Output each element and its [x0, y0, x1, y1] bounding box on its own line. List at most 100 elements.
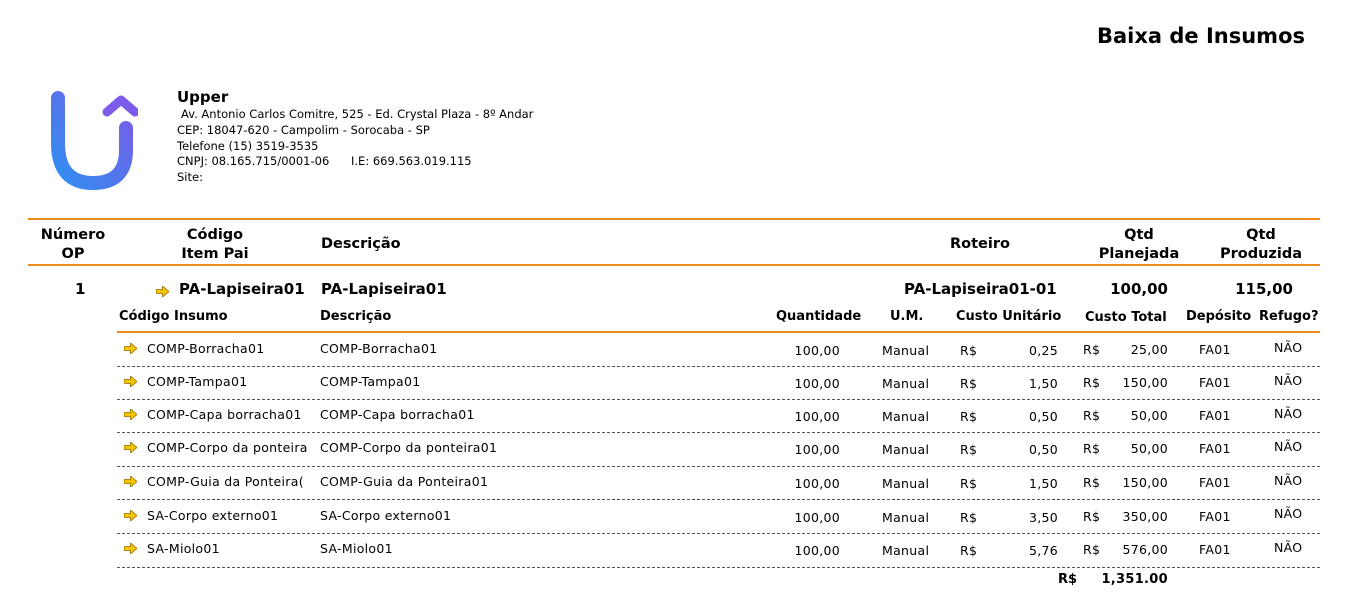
item-custo-unit: 0,50 — [1028, 442, 1058, 457]
item-um: Manual — [882, 510, 930, 525]
item-refugo: NÃO — [1274, 373, 1303, 388]
item-quantidade: 100,00 — [794, 510, 840, 525]
header-codigo-line2: Item Pai — [181, 246, 249, 262]
right-arrow-icon — [124, 510, 137, 521]
item-moeda-total: R$ — [1083, 475, 1101, 490]
item-moeda-total: R$ — [1083, 441, 1101, 456]
item-moeda-unit: R$ — [960, 409, 978, 424]
item-moeda-total: R$ — [1083, 509, 1101, 524]
item-custo-unit: 5,76 — [1028, 543, 1058, 558]
item-um: Manual — [882, 543, 930, 558]
subheader-rule — [117, 331, 1320, 333]
item-refugo: NÃO — [1274, 506, 1303, 521]
op-roteiro: PA-Lapiseira01-01 — [904, 280, 1057, 298]
item-custo-total: 350,00 — [1122, 509, 1168, 524]
header-codigo-item-pai: Código Item Pai — [170, 226, 260, 264]
item-deposito: FA01 — [1199, 509, 1231, 524]
item-codigo: COMP-Capa borracha01 — [147, 407, 302, 422]
report-title: Baixa de Insumos — [1096, 24, 1305, 48]
item-quantidade: 100,00 — [794, 376, 840, 391]
header-codigo-line1: Código — [186, 227, 244, 243]
item-codigo: SA-Corpo externo01 — [147, 508, 279, 523]
header-numero-op-line2: OP — [61, 246, 85, 262]
company-logo-icon — [48, 88, 140, 198]
item-codigo: SA-Miolo01 — [147, 541, 220, 556]
item-codigo: COMP-Corpo da ponteira — [147, 440, 307, 455]
item-custo-unit: 0,25 — [1028, 343, 1058, 358]
item-custo-total: 50,00 — [1130, 408, 1168, 423]
right-arrow-icon — [124, 343, 137, 354]
item-moeda-unit: R$ — [960, 476, 978, 491]
item-quantidade: 100,00 — [794, 343, 840, 358]
subheader-custo-total: Custo Total — [1085, 310, 1167, 325]
item-moeda-unit: R$ — [960, 543, 978, 558]
row-divider — [117, 432, 1320, 433]
subheader-deposito: Depósito — [1186, 309, 1252, 324]
row-divider — [117, 366, 1320, 367]
item-custo-unit: 0,50 — [1028, 409, 1058, 424]
header-qtd-produzida-line2: Produzida — [1219, 246, 1302, 262]
total-currency: R$ — [1058, 572, 1078, 587]
row-divider — [117, 499, 1320, 500]
item-moeda-unit: R$ — [960, 442, 978, 457]
item-deposito: FA01 — [1199, 342, 1231, 357]
item-deposito: FA01 — [1199, 441, 1231, 456]
header-roteiro: Roteiro — [950, 236, 1010, 252]
item-refugo: NÃO — [1274, 340, 1303, 355]
header-qtd-planejada-line1: Qtd — [1124, 227, 1154, 243]
item-custo-total: 150,00 — [1122, 375, 1168, 390]
item-custo-total: 150,00 — [1122, 475, 1168, 490]
op-qtd-planejada: 100,00 — [1110, 280, 1168, 298]
item-moeda-unit: R$ — [960, 376, 978, 391]
item-moeda-total: R$ — [1083, 408, 1101, 423]
op-codigo: PA-Lapiseira01 — [179, 280, 305, 298]
item-deposito: FA01 — [1199, 475, 1231, 490]
company-site: Site: — [177, 170, 203, 184]
item-deposito: FA01 — [1199, 408, 1231, 423]
subheader-refugo: Refugo? — [1259, 309, 1319, 324]
item-custo-total: 576,00 — [1122, 542, 1168, 557]
item-um: Manual — [882, 343, 930, 358]
header-numero-op-line1: Número — [40, 227, 106, 243]
item-custo-unit: 1,50 — [1028, 476, 1058, 491]
item-custo-total: 25,00 — [1130, 342, 1168, 357]
header-numero-op: Número OP — [34, 226, 112, 264]
item-deposito: FA01 — [1199, 542, 1231, 557]
right-arrow-icon — [124, 442, 137, 453]
company-phone: Telefone (15) 3519-3535 — [177, 139, 319, 153]
subheader-quantidade: Quantidade — [776, 309, 862, 324]
item-descricao: COMP-Guia da Ponteira01 — [320, 474, 489, 489]
item-moeda-total: R$ — [1083, 542, 1101, 557]
item-refugo: NÃO — [1274, 439, 1303, 454]
header-qtd-planejada: Qtd Planejada — [1094, 226, 1184, 264]
item-quantidade: 100,00 — [794, 442, 840, 457]
subheader-um: U.M. — [890, 309, 924, 324]
item-deposito: FA01 — [1199, 375, 1231, 390]
right-arrow-icon — [124, 476, 137, 487]
item-moeda-total: R$ — [1083, 375, 1101, 390]
right-arrow-icon — [156, 286, 169, 297]
company-address: Av. Antonio Carlos Comitre, 525 - Ed. Cr… — [181, 107, 534, 121]
op-numero: 1 — [75, 280, 86, 298]
item-refugo: NÃO — [1274, 473, 1303, 488]
item-quantidade: 100,00 — [794, 409, 840, 424]
item-custo-total: 50,00 — [1130, 441, 1168, 456]
header-qtd-produzida: Qtd Produzida — [1214, 226, 1308, 264]
header-descricao: Descrição — [321, 236, 401, 252]
row-divider — [117, 567, 1320, 568]
right-arrow-icon — [124, 409, 137, 420]
row-divider — [117, 466, 1320, 467]
item-um: Manual — [882, 442, 930, 457]
item-moeda-total: R$ — [1083, 342, 1101, 357]
item-descricao: COMP-Capa borracha01 — [320, 407, 475, 422]
item-quantidade: 100,00 — [794, 476, 840, 491]
header-bottom-rule — [28, 264, 1320, 266]
subheader-descricao: Descrição — [320, 309, 392, 324]
right-arrow-icon — [124, 376, 137, 387]
header-top-rule — [28, 218, 1320, 220]
item-quantidade: 100,00 — [794, 543, 840, 558]
item-codigo: COMP-Tampa01 — [147, 374, 248, 389]
header-qtd-produzida-line1: Qtd — [1246, 227, 1276, 243]
company-cep: CEP: 18047-620 - Campolim - Sorocaba - S… — [177, 123, 430, 137]
item-moeda-unit: R$ — [960, 343, 978, 358]
